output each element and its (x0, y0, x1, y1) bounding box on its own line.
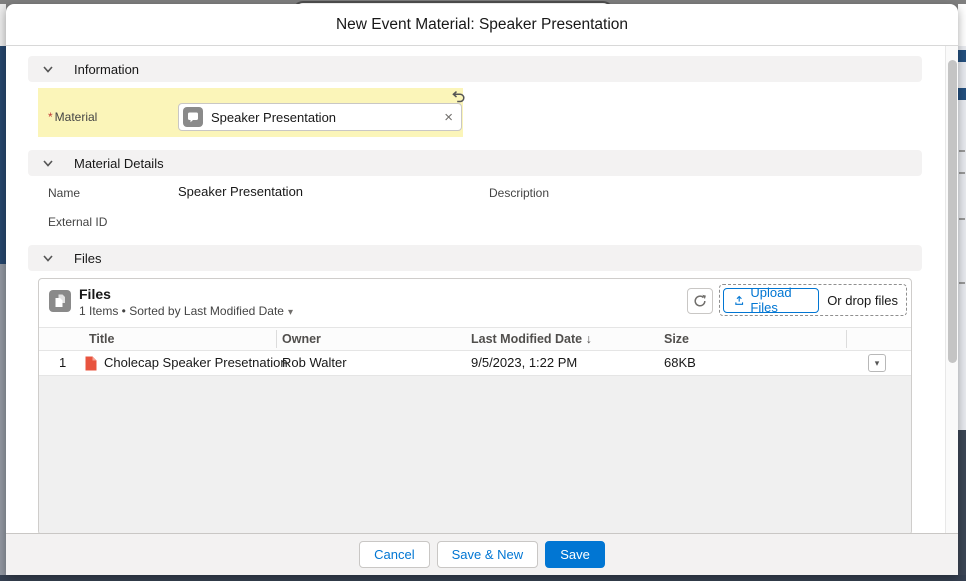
section-label-files: Files (74, 251, 101, 266)
caret-down-icon: ▾ (875, 359, 880, 368)
backdrop-right-strip (958, 4, 966, 575)
material-field-label: *Material (48, 110, 97, 124)
pdf-file-icon (84, 356, 97, 371)
modal-scrollbar-thumb[interactable] (948, 60, 957, 363)
chevron-down-icon (42, 157, 54, 169)
save-and-new-button[interactable]: Save & New (437, 541, 539, 568)
drop-files-hint: Or drop files (827, 293, 898, 308)
files-card-empty-area (39, 376, 911, 534)
save-button[interactable]: Save (545, 541, 605, 568)
table-row[interactable]: 1 Cholecap Speaker Presetnation Rob Walt… (39, 351, 911, 376)
section-header-information[interactable]: Information (28, 56, 922, 82)
column-header-size[interactable]: Size (664, 328, 689, 350)
file-last-modified: 9/5/2023, 1:22 PM (471, 351, 577, 375)
files-table-header: Title Owner Last Modified Date ↓ Size (39, 327, 911, 351)
new-event-material-modal: New Event Material: Speaker Presentation… (6, 4, 958, 575)
material-object-icon (183, 107, 203, 127)
name-field-label: Name (48, 186, 80, 200)
cancel-button[interactable]: Cancel (359, 541, 429, 568)
files-card-title: Files (79, 286, 111, 302)
files-card-meta: 1 Items • Sorted by Last Modified Date▾ (79, 304, 293, 318)
modal-title: New Event Material: Speaker Presentation (6, 4, 958, 46)
refresh-icon (693, 294, 707, 308)
section-header-material-details[interactable]: Material Details (28, 150, 922, 176)
clear-selection-icon[interactable]: × (444, 110, 453, 125)
file-owner: Rob Walter (282, 351, 347, 375)
file-drop-zone[interactable]: Upload Files Or drop files (719, 284, 907, 316)
row-index: 1 (59, 351, 66, 375)
external-id-field-label: External ID (48, 215, 107, 229)
chevron-down-icon (42, 63, 54, 75)
upload-files-button[interactable]: Upload Files (723, 288, 819, 313)
files-card-header: Files 1 Items • Sorted by Last Modified … (39, 279, 911, 327)
files-icon (49, 290, 71, 312)
sort-desc-icon: ↓ (586, 332, 592, 346)
screen: New Event Material: Speaker Presentation… (0, 0, 966, 581)
name-field-value: Speaker Presentation (178, 184, 303, 199)
refresh-button[interactable] (687, 288, 713, 314)
column-header-owner[interactable]: Owner (282, 328, 321, 350)
row-actions-menu-button[interactable]: ▾ (868, 354, 886, 372)
section-label-material-details: Material Details (74, 156, 164, 171)
modal-footer: Cancel Save & New Save (6, 533, 958, 575)
modal-scrollbar-track (945, 46, 958, 533)
column-header-title[interactable]: Title (89, 328, 114, 350)
description-field-label: Description (489, 186, 549, 200)
sort-menu-caret-icon[interactable]: ▾ (288, 307, 293, 318)
required-asterisk: * (48, 110, 53, 124)
files-related-list-card: Files 1 Items • Sorted by Last Modified … (38, 278, 912, 535)
chevron-down-icon (42, 252, 54, 264)
upload-icon (734, 294, 744, 307)
column-header-last-modified[interactable]: Last Modified Date ↓ (471, 328, 592, 350)
section-header-files[interactable]: Files (28, 245, 922, 271)
file-size: 68KB (664, 351, 696, 375)
material-pill-value: Speaker Presentation (211, 110, 444, 125)
material-lookup-pill[interactable]: Speaker Presentation × (178, 103, 462, 131)
file-title-link[interactable]: Cholecap Speaker Presetnation (104, 351, 288, 375)
section-label-information: Information (74, 62, 139, 77)
backdrop-bottom-strip (0, 575, 966, 581)
